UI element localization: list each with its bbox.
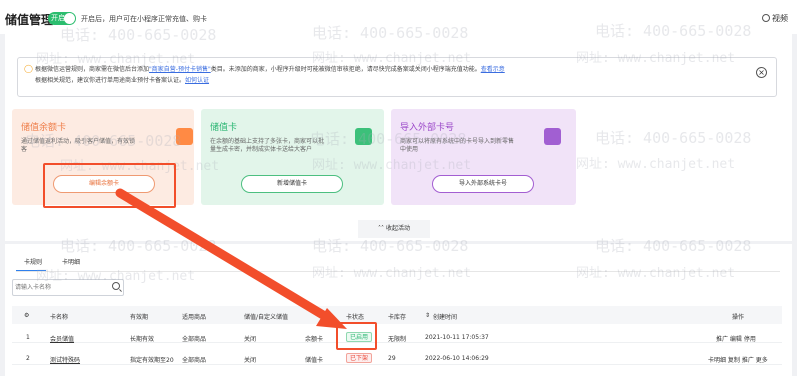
- row-custom: 关闭: [244, 336, 257, 343]
- annotation-box-status: [336, 322, 377, 350]
- tab-card-rules[interactable]: 卡规则: [24, 257, 42, 266]
- row-actions[interactable]: 卡明细 复制 推广 更多: [708, 355, 768, 364]
- annotation-box-edit: [43, 163, 176, 208]
- toggle-note: 开启后，用户可在小程序正常充值、购卡: [81, 15, 207, 23]
- col-created: 创建时间: [433, 314, 458, 321]
- close-icon[interactable]: ×: [756, 67, 767, 78]
- row-index: 1: [26, 334, 30, 341]
- import-card-panel: 导入外部卡号 商家可以将原有系统中的卡号导入到新零售中使用 导入外部系统卡号: [391, 109, 576, 205]
- row-custom: 关闭: [244, 357, 257, 364]
- row-validity: 长期有效: [130, 336, 155, 343]
- lightbulb-icon: ◯: [24, 64, 33, 73]
- search-icon[interactable]: [112, 282, 120, 290]
- notice-text: 根据微信运营规则，商家需在微信后台添加"商家自营-预付卡销售"类目。未添加的商家…: [35, 66, 505, 84]
- sort-icon[interactable]: ⇕: [425, 312, 430, 319]
- status-badge: 已下架: [346, 353, 373, 363]
- card-desc: 商家可以将原有系统中的卡号导入到新零售中使用: [400, 138, 515, 153]
- wallet-icon: [176, 128, 193, 145]
- notice-example-link[interactable]: 查看示意: [481, 66, 505, 73]
- card-icon: [355, 128, 372, 145]
- table-row: [12, 346, 782, 365]
- tab-card-details[interactable]: 卡明细: [62, 257, 80, 266]
- tabs-divider: [16, 271, 780, 272]
- card-name-link[interactable]: 测试特殊码: [50, 355, 80, 364]
- row-validity: 指定有效期至20: [130, 357, 174, 364]
- stored-value-card-panel: 储值卡 在余额的基础上支持了多张卡，商家可以批量生成卡密，并制成实体卡送给大客户…: [201, 109, 384, 205]
- toggle-knob: [64, 13, 75, 24]
- toggle-label: 开启: [51, 14, 65, 22]
- row-stock: 29: [388, 355, 396, 362]
- col-validity: 有效期: [130, 314, 149, 321]
- row-created: 2021-10-11 17:05:37: [425, 334, 489, 341]
- storage-toggle[interactable]: 开启: [48, 12, 76, 25]
- video-link[interactable]: 视频: [762, 13, 788, 24]
- import-icon: [544, 128, 561, 145]
- card-title: 储值余额卡: [21, 123, 67, 133]
- play-icon: [762, 14, 770, 22]
- col-status: 卡状态: [346, 314, 365, 321]
- notice-category-link[interactable]: "商家自营-预付卡销售": [149, 66, 211, 73]
- card-desc: 通过储值返利活动，吸引客户储值，有效锁客: [21, 138, 136, 153]
- col-goods: 适用商品: [182, 314, 207, 321]
- chevron-up-icon: ˄˄: [378, 225, 386, 232]
- row-goods: 全部商品: [182, 336, 207, 343]
- row-index: 2: [26, 355, 30, 362]
- row-goods: 全部商品: [182, 357, 207, 364]
- row-actions[interactable]: 推广 编辑 停用: [716, 334, 756, 343]
- row-created: 2022-06-10 14:06:29: [425, 355, 489, 362]
- import-external-card-button[interactable]: 导入外部系统卡号: [432, 175, 534, 193]
- row-type: 余额卡: [305, 336, 324, 343]
- card-search[interactable]: [12, 279, 124, 296]
- card-title: 储值卡: [210, 123, 238, 133]
- row-stock: 无限制: [388, 336, 407, 343]
- col-custom: 储值/自定义储值: [244, 314, 289, 321]
- page-title: 储值管理: [5, 13, 54, 27]
- video-label: 视频: [772, 14, 788, 23]
- notice-certify-link[interactable]: 如何认证: [185, 77, 209, 84]
- wechat-notice: ◯ 根据微信运营规则，商家需在微信后台添加"商家自营-预付卡销售"类目。未添加的…: [17, 57, 777, 97]
- card-name-link[interactable]: 会员储值: [50, 334, 74, 343]
- card-desc: 在余额的基础上支持了多张卡，商家可以批量生成卡密，并制成实体卡送给大客户: [210, 138, 325, 153]
- col-name: 卡名称: [50, 314, 69, 321]
- col-stock: 卡库存: [388, 314, 407, 321]
- settings-icon[interactable]: ⚙: [24, 312, 29, 319]
- card-title: 导入外部卡号: [400, 123, 455, 133]
- add-stored-card-button[interactable]: 新增储值卡: [241, 175, 343, 193]
- row-type: 储值卡: [305, 357, 324, 364]
- search-input[interactable]: [13, 280, 109, 295]
- col-actions: 操作: [732, 314, 745, 321]
- collapse-activities-button[interactable]: ˄˄ 收起活动: [358, 220, 430, 238]
